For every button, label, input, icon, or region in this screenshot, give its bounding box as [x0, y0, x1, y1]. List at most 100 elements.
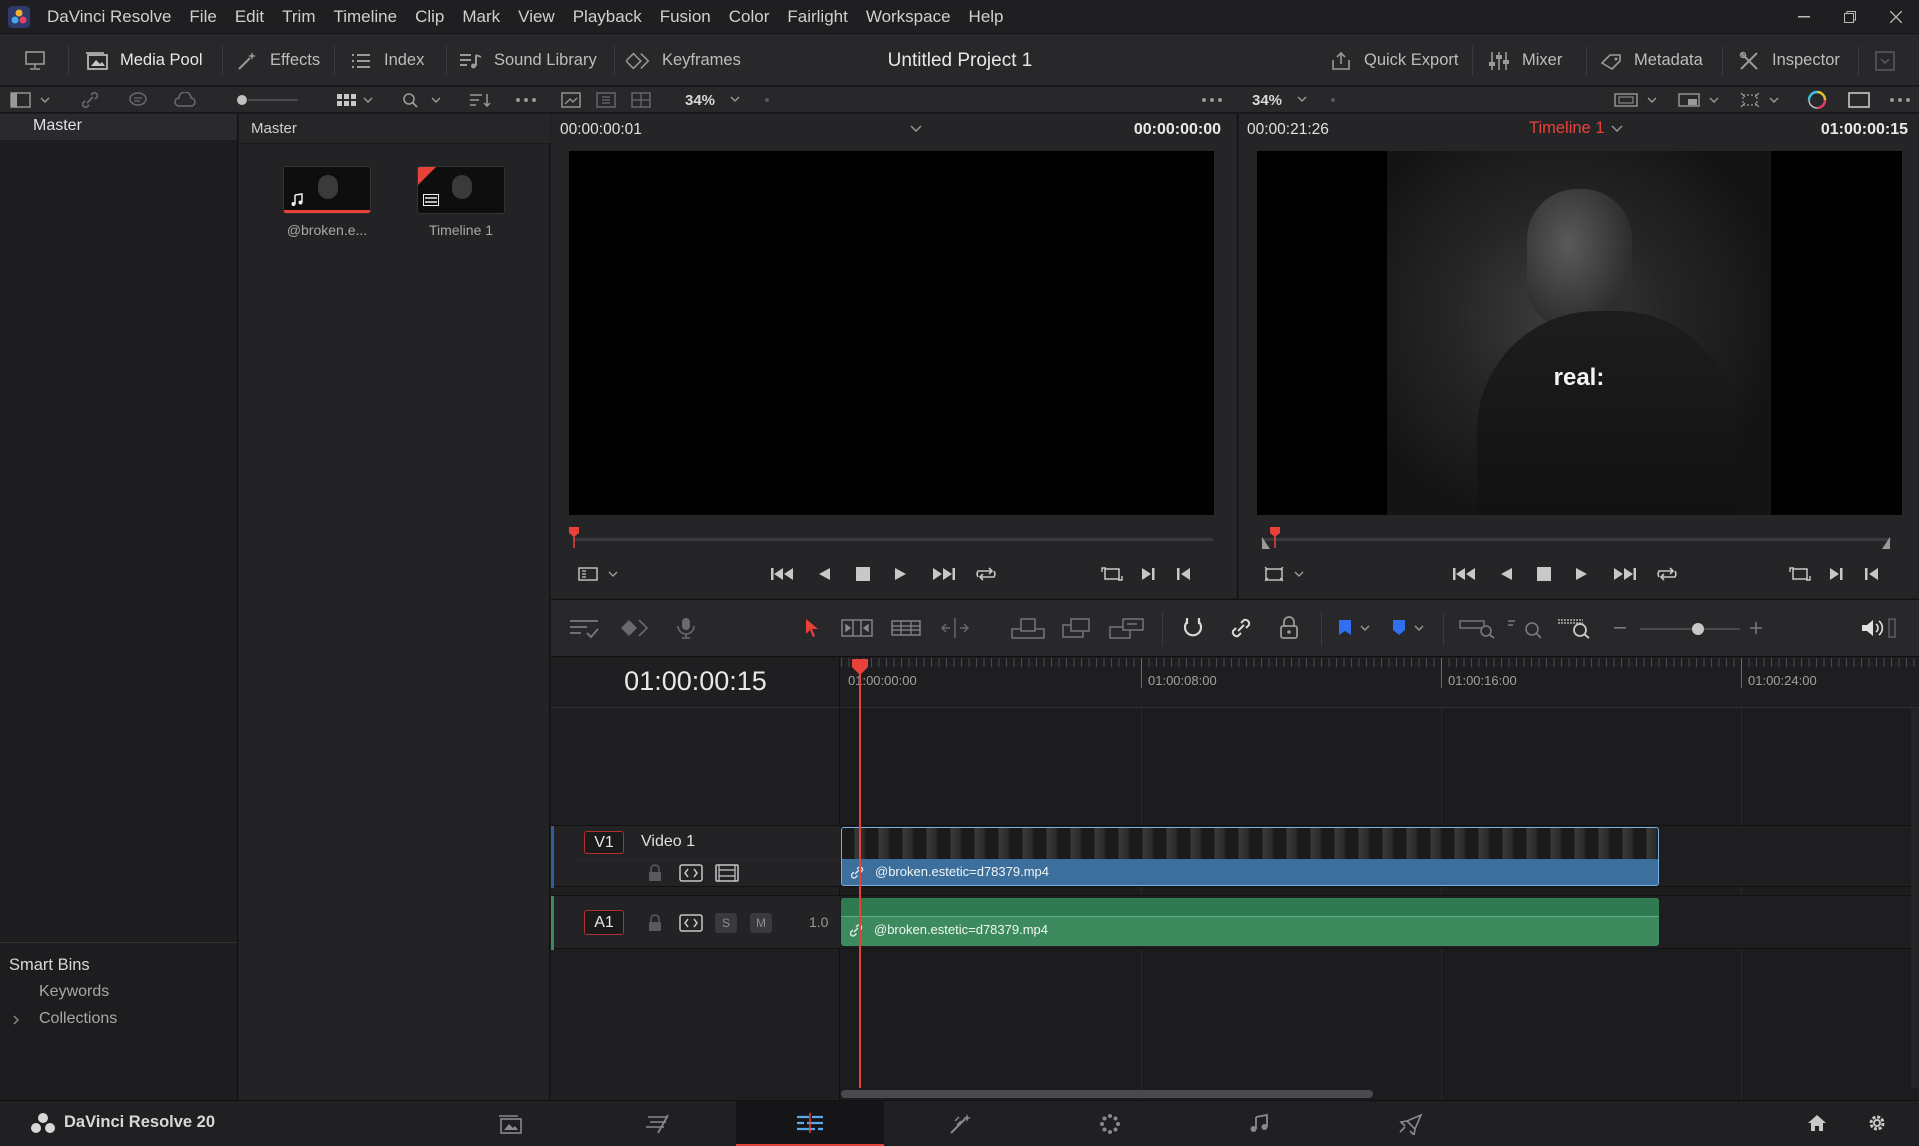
master-bin[interactable]: Master — [0, 114, 237, 140]
video-clip[interactable]: @broken.estetic=d78379.mp4 — [841, 827, 1659, 886]
smart-bin-collections[interactable]: Collections — [39, 1010, 117, 1028]
position-lock-icon[interactable] — [1273, 614, 1305, 642]
zoom-in-icon[interactable] — [1745, 614, 1767, 642]
timeline-scrubber[interactable] — [1261, 527, 1891, 549]
source-mark-in-button[interactable] — [1133, 560, 1163, 588]
menu-trim[interactable]: Trim — [273, 0, 324, 33]
source-zoom-dropdown[interactable]: 34% — [685, 87, 745, 113]
timeline-play-button[interactable] — [1567, 560, 1597, 588]
smart-bin-keywords[interactable]: Keywords — [39, 983, 109, 1001]
inspector-button[interactable]: Inspector — [1736, 34, 1840, 87]
timeline-vertical-scrollbar[interactable] — [1911, 708, 1919, 1088]
cloud-icon[interactable] — [174, 87, 196, 113]
timeline-horizontal-scrollbar[interactable] — [841, 1090, 1373, 1098]
source-more-icon[interactable] — [1200, 87, 1224, 113]
page-fairlight[interactable] — [1186, 1101, 1334, 1146]
page-media[interactable] — [437, 1101, 585, 1146]
mixer-button[interactable]: Mixer — [1486, 34, 1562, 87]
source-play-button[interactable] — [886, 560, 916, 588]
timeline-zoom-dropdown[interactable]: 34% — [1252, 87, 1312, 113]
image-viewer-icon[interactable] — [561, 87, 651, 113]
keyframes-button[interactable]: Keyframes — [626, 34, 741, 87]
keyframe-track-icon[interactable] — [617, 614, 651, 642]
snapping-icon[interactable] — [1177, 614, 1209, 642]
source-viewer-screen[interactable] — [569, 151, 1214, 515]
timeline-loop-button[interactable] — [1650, 560, 1684, 588]
menu-view[interactable]: View — [509, 0, 564, 33]
timeline-mark-in-button[interactable] — [1821, 560, 1851, 588]
video-track-name[interactable]: Video 1 — [641, 833, 695, 851]
link-icon[interactable] — [80, 87, 100, 113]
zoom-full-extent-icon[interactable] — [1457, 614, 1497, 642]
timeline-match-frame-icon[interactable] — [1785, 560, 1815, 588]
source-loop-button[interactable] — [969, 560, 1003, 588]
timeline-play-reverse-button[interactable] — [1491, 560, 1521, 588]
index-button[interactable]: Index — [348, 34, 424, 87]
a1-lock-icon[interactable] — [647, 914, 663, 932]
metadata-button[interactable]: Metadata — [1598, 34, 1703, 87]
more-options-icon[interactable] — [514, 87, 538, 113]
source-play-reverse-button[interactable] — [809, 560, 839, 588]
audio-clip[interactable]: @broken.estetic=d78379.mp4 — [841, 898, 1659, 946]
transform-icon[interactable] — [1740, 87, 1786, 113]
a1-auto-select-icon[interactable] — [679, 914, 703, 932]
menu-fairlight[interactable]: Fairlight — [778, 0, 856, 33]
source-clip-dropdown-icon[interactable] — [910, 124, 922, 134]
menu-file[interactable]: File — [180, 0, 225, 33]
timeline-options-icon[interactable] — [567, 614, 601, 642]
menu-clip[interactable]: Clip — [406, 0, 453, 33]
hdr-monitor-icon[interactable] — [1678, 87, 1724, 113]
a1-solo-button[interactable]: S — [715, 913, 737, 933]
source-stop-button[interactable] — [848, 560, 878, 588]
quick-export-button[interactable]: Quick Export — [1328, 34, 1458, 87]
minimize-icon[interactable] — [1781, 0, 1827, 33]
sound-library-button[interactable]: Sound Library — [458, 34, 597, 87]
collections-expand-icon[interactable] — [12, 1015, 20, 1025]
collapse-panel-button[interactable] — [1872, 34, 1898, 87]
page-edit[interactable] — [736, 1101, 884, 1146]
timeline-selector[interactable]: Timeline 1 — [1529, 119, 1623, 138]
volume-icon[interactable] — [1858, 614, 1898, 642]
close-window-icon[interactable] — [1873, 0, 1919, 33]
flag-dropdown[interactable] — [1333, 614, 1377, 642]
zoom-out-icon[interactable] — [1609, 614, 1631, 642]
timeline-go-to-start-button[interactable] — [1448, 560, 1482, 588]
source-go-to-end-button[interactable] — [926, 560, 960, 588]
v1-track-enable-icon[interactable] — [715, 864, 739, 882]
linked-selection-icon[interactable] — [1225, 614, 1257, 642]
zoom-custom-icon[interactable] — [1555, 614, 1595, 642]
restore-icon[interactable] — [1827, 0, 1873, 33]
sort-icon[interactable] — [468, 87, 492, 113]
subtitle-icon[interactable] — [128, 87, 148, 113]
trim-tool-icon[interactable] — [838, 614, 876, 642]
timeline-viewer-screen[interactable]: real: — [1257, 151, 1902, 515]
menu-edit[interactable]: Edit — [226, 0, 273, 33]
page-cut[interactable] — [585, 1101, 733, 1146]
menu-playback[interactable]: Playback — [564, 0, 651, 33]
menu-timeline[interactable]: Timeline — [324, 0, 406, 33]
menu-fusion[interactable]: Fusion — [651, 0, 720, 33]
safe-area-icon[interactable] — [1614, 87, 1662, 113]
replace-clip-icon[interactable] — [1107, 614, 1147, 642]
timeline-go-to-end-button[interactable] — [1607, 560, 1641, 588]
menu-mark[interactable]: Mark — [453, 0, 509, 33]
timeline-playhead[interactable] — [852, 658, 868, 1088]
timeline-zoom-slider[interactable] — [1640, 622, 1740, 636]
dynamic-trim-icon[interactable] — [887, 614, 925, 642]
page-deliver[interactable] — [1336, 1101, 1484, 1146]
v1-track-tag[interactable]: V1 — [584, 831, 624, 854]
timeline-tracks[interactable]: 01:00:00:00 01:00:08:00 01:00:16:00 01:0… — [841, 658, 1919, 1100]
media-pool-button[interactable]: Media Pool — [84, 34, 203, 87]
menu-help[interactable]: Help — [960, 0, 1013, 33]
source-scrubber[interactable] — [569, 527, 1213, 548]
color-wheel-icon[interactable] — [1806, 87, 1828, 113]
a1-mute-button[interactable]: M — [750, 913, 772, 933]
page-fusion[interactable] — [886, 1101, 1034, 1146]
v1-lock-icon[interactable] — [647, 864, 663, 882]
voiceover-mic-icon[interactable] — [669, 614, 703, 642]
source-mark-out-button[interactable] — [1169, 560, 1199, 588]
menu-color[interactable]: Color — [720, 0, 779, 33]
home-icon[interactable] — [1806, 1113, 1828, 1133]
timeline-mark-out-button[interactable] — [1857, 560, 1887, 588]
selection-tool-icon[interactable] — [797, 614, 827, 642]
